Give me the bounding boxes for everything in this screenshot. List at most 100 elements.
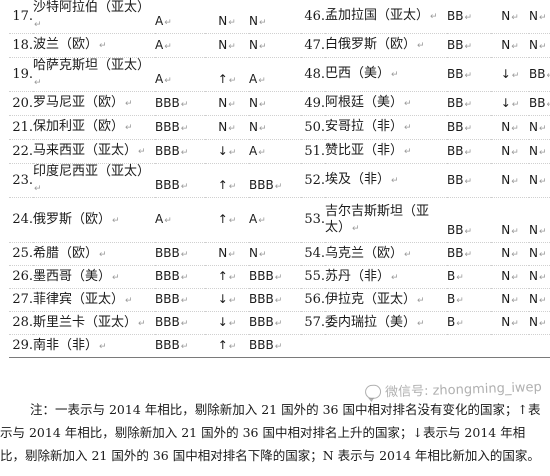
- rank-change-cell: ↓↵: [491, 92, 529, 116]
- rating-cell: B↵: [447, 289, 491, 312]
- paragraph-mark-icon: ↵: [34, 20, 42, 30]
- previous-rating-cell-text: BB: [529, 95, 546, 110]
- country-name-text: 罗马尼亚（欧）: [33, 95, 125, 110]
- previous-rating-cell: N↵: [529, 34, 550, 58]
- paragraph-mark-icon: ↵: [391, 272, 399, 283]
- rank-number: 46.: [301, 0, 325, 34]
- rating-cell: BB↵: [447, 34, 491, 58]
- rating-cell-text: A: [155, 72, 164, 86]
- paragraph-mark-icon: ↵: [180, 342, 189, 352]
- previous-rating-cell: A↵: [249, 58, 301, 92]
- country-name-text: 苏丹（非）: [325, 268, 391, 284]
- rating-cell-text: BBB: [155, 178, 180, 192]
- country-name: 哈萨克斯坦（亚太） ↵: [33, 58, 155, 92]
- paragraph-mark-icon: ↵: [546, 100, 550, 110]
- rating-cell: BBB↵: [155, 92, 205, 116]
- previous-rating-cell: N↵: [529, 243, 550, 266]
- previous-rating-cell-text: N: [529, 315, 538, 329]
- rank-change-cell-text: N: [501, 223, 511, 237]
- rank-number-text: 27.: [12, 292, 33, 307]
- country-name: 巴西（美）↵: [325, 58, 447, 92]
- paragraph-mark-icon: ↵: [164, 18, 172, 28]
- rating-cell: B↵: [447, 312, 491, 335]
- rating-cell: A↵: [155, 0, 205, 34]
- previous-rating-cell-text: N: [529, 119, 538, 134]
- rating-cell-text: BBB: [155, 315, 180, 329]
- rank-change-cell: N↵: [205, 34, 249, 58]
- paragraph-mark-icon: ↵: [180, 250, 189, 260]
- previous-rating-cell-text: N: [529, 223, 538, 237]
- rating-cell: BBB↵: [155, 312, 205, 335]
- rank-change-cell-text: ↑: [217, 72, 228, 86]
- watermark-text: 微信号: zhongming_iwep: [385, 379, 543, 401]
- rating-cell: BBB↵: [155, 164, 205, 198]
- rank-change-cell: N↵: [491, 198, 529, 243]
- previous-rating-cell-text: N: [249, 246, 258, 260]
- table-row: 27. 菲律宾（亚太）↵ BBB↵ ↓↵ BBB↵ 56. 伊拉克（亚太）↵ B↵ N↵ N↵: [9, 289, 550, 312]
- rank-number: 50.: [301, 116, 325, 140]
- table-row: 22. 马来西亚（亚太）↵ BBB↵ ↓↵ A↵ 51. 赞比亚（非）↵ BB↵ N↵ N↵: [9, 140, 550, 164]
- paragraph-mark-icon: ↵: [228, 296, 237, 306]
- paragraph-mark-icon: ↵: [274, 273, 283, 283]
- paragraph-mark-icon: ↵: [456, 296, 464, 306]
- paragraph-mark-icon: ↵: [511, 41, 519, 52]
- rank-change-cell: N↵: [491, 34, 529, 58]
- rank-number: 18.: [9, 34, 33, 58]
- paragraph-mark-icon: ↵: [258, 41, 267, 52]
- rank-number: 29.: [9, 335, 33, 358]
- country-name: 白俄罗斯（欧）↵: [325, 34, 447, 58]
- previous-rating-cell-text: BBB: [249, 178, 274, 192]
- paragraph-mark-icon: ↵: [391, 70, 399, 80]
- rank-change-cell-text: ↓: [217, 143, 228, 158]
- country-name-text: 南非（非）: [33, 337, 99, 353]
- previous-rating-cell-text: A: [249, 212, 258, 226]
- rating-cell: BB↵: [447, 0, 491, 34]
- paragraph-mark-icon: ↵: [511, 12, 519, 23]
- country-name-text: 安哥拉（非）: [325, 119, 404, 134]
- previous-rating-cell-text: N: [529, 292, 538, 306]
- rating-cell: BB↵: [447, 198, 491, 243]
- rank-number-text: 29.: [12, 338, 33, 353]
- country-name: 波兰（欧）↵: [33, 34, 155, 58]
- country-name-text: 伊拉克（亚太）: [325, 291, 417, 307]
- paragraph-mark-icon: ↵: [538, 12, 547, 23]
- rating-cell: A↵: [155, 198, 205, 243]
- paragraph-mark-icon: ↵: [538, 176, 547, 187]
- paragraph-mark-icon: ↵: [125, 123, 133, 133]
- paragraph-mark-icon: ↵: [511, 273, 519, 283]
- country-name: [325, 335, 447, 358]
- rank-change-cell: ↑↵: [205, 198, 249, 243]
- rating-cell-text: A: [155, 37, 164, 52]
- previous-rating-cell-text: N: [529, 172, 538, 187]
- table-row: 18. 波兰（欧）↵ A↵ N↵ N↵ 47. 白俄罗斯（欧）↵ BB↵ N↵ N↵: [9, 34, 550, 58]
- wechat-icon: [365, 384, 382, 399]
- country-name: 马来西亚（亚太）↵: [33, 140, 155, 164]
- paragraph-mark-icon: ↵: [538, 296, 547, 306]
- rank-number-text: 46.: [304, 8, 325, 24]
- table-footnote: 注：一表示与 2014 年相比，剔除新加入 21 国外的 36 国中相对排名没有…: [0, 402, 541, 463]
- paragraph-mark-icon: ↵: [404, 147, 412, 157]
- rank-change-cell: ↓↵: [205, 289, 249, 312]
- rank-change-cell: ↓↵: [491, 58, 529, 92]
- paragraph-mark-icon: ↵: [546, 71, 550, 81]
- rating-cell-text: BB: [447, 95, 464, 110]
- paragraph-mark-icon: ↵: [164, 76, 172, 86]
- previous-rating-cell-text: BBB: [249, 315, 274, 329]
- rank-change-cell: N↵: [205, 92, 249, 116]
- rating-cell-text: BBB: [155, 95, 180, 110]
- country-name-text: 斯里兰卡（亚太）: [33, 314, 138, 330]
- rank-change-cell: N↵: [491, 289, 529, 312]
- previous-rating-cell: A↵: [249, 198, 301, 243]
- country-name-text: 波兰（欧）: [33, 37, 99, 52]
- rating-cell-text: BB: [447, 66, 464, 81]
- rank-number: 24.: [9, 198, 33, 243]
- paragraph-mark-icon: ↵: [417, 318, 425, 329]
- rating-cell: BB↵: [447, 58, 491, 92]
- rank-number: 22.: [9, 140, 33, 164]
- country-name: 南非（非）↵: [33, 335, 155, 358]
- paragraph-mark-icon: ↵: [538, 227, 547, 237]
- rank-change-cell-text: N: [501, 119, 511, 134]
- paragraph-mark-icon: ↵: [228, 250, 236, 260]
- paragraph-mark-icon: ↵: [464, 123, 473, 134]
- previous-rating-cell-text: N: [529, 143, 538, 158]
